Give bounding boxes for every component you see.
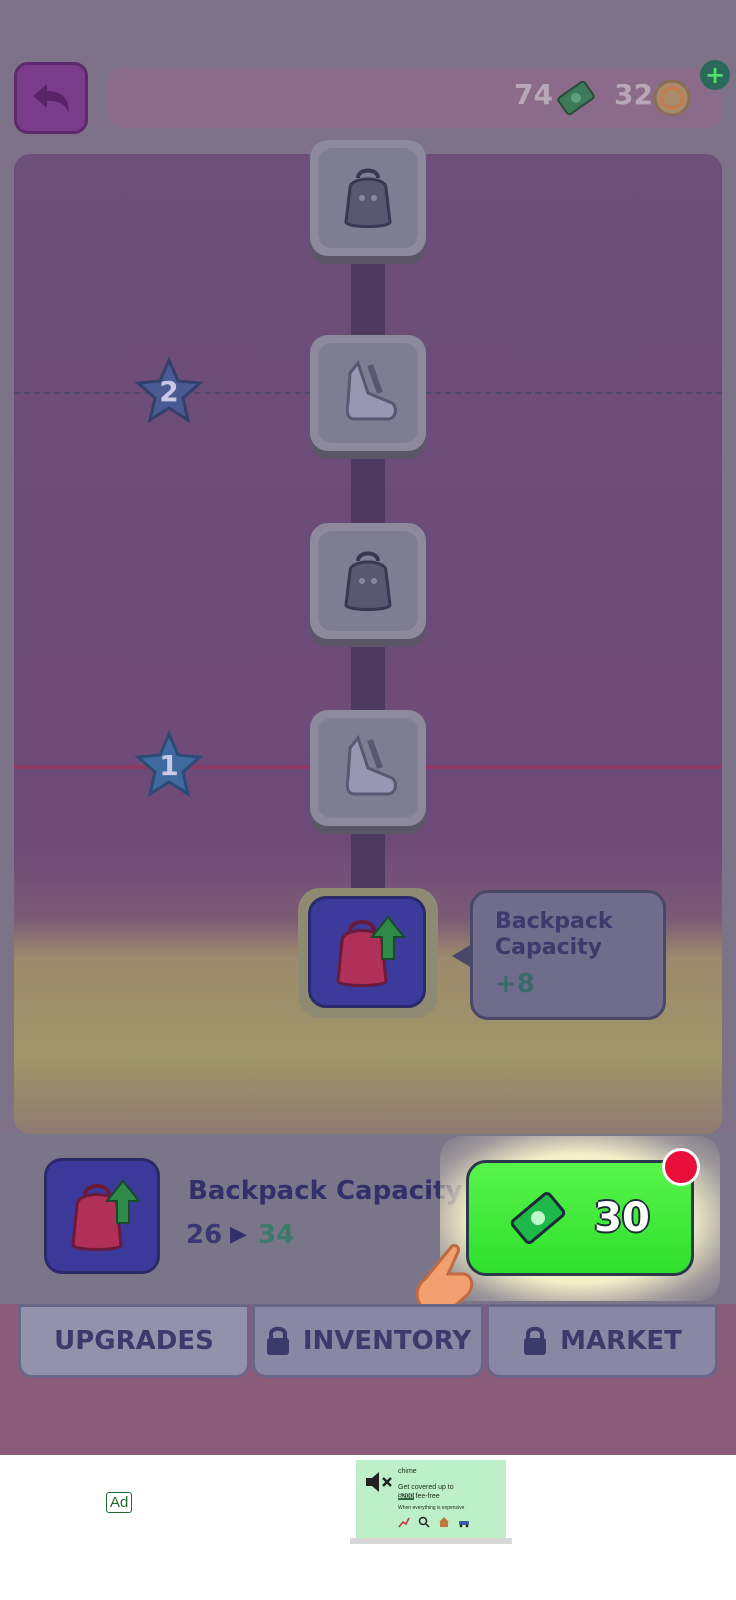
backpack-upgrade-icon	[71, 1179, 142, 1251]
level-current: 26	[186, 1220, 223, 1250]
lock-icon	[524, 1326, 547, 1355]
upgrade-node-backpack-2[interactable]	[310, 523, 426, 639]
buy-price: 30	[594, 1195, 650, 1241]
ad-subline: When everything is expensive	[398, 1505, 465, 1511]
chart-icon	[398, 1517, 410, 1528]
house-icon	[439, 1517, 449, 1527]
upgrade-node-boot[interactable]	[310, 335, 426, 451]
tab-label: INVENTORY	[302, 1326, 472, 1356]
cash-icon	[556, 80, 596, 120]
level-arrow-icon: ▶	[230, 1222, 247, 1247]
upgrade-tooltip: Backpack Capacity +8	[470, 890, 666, 1020]
search-icon	[418, 1516, 430, 1528]
buy-upgrade-button[interactable]: 30	[466, 1160, 694, 1276]
cash-icon	[510, 1192, 566, 1244]
level-star-1: 1	[134, 730, 204, 800]
level-next: 34	[258, 1220, 295, 1250]
back-arrow-icon	[33, 84, 69, 112]
tooltip-title: Backpack Capacity	[495, 909, 613, 960]
tab-label: MARKET	[560, 1326, 682, 1356]
star-label: 2	[159, 374, 179, 408]
tab-market[interactable]: MARKET	[486, 1304, 718, 1378]
boot-icon	[345, 734, 397, 796]
tab-inventory[interactable]: INVENTORY	[252, 1304, 484, 1378]
boot-icon	[345, 359, 397, 421]
ad-badge: Ad	[106, 1492, 133, 1513]
upgrade-node-boot-2[interactable]	[310, 710, 426, 826]
star-label: 1	[159, 748, 179, 782]
backpack-upgrade-icon	[336, 915, 407, 987]
plus-icon: +	[704, 61, 726, 89]
upgrade-node-backpack[interactable]	[310, 140, 426, 256]
ad-banner[interactable]: chime Get covered up to $200 fee-free Wh…	[356, 1460, 506, 1538]
cash-count: 74	[514, 78, 553, 111]
ad-icons	[398, 1516, 470, 1528]
add-currency-button[interactable]: +	[700, 60, 730, 90]
ad-brand: chime	[398, 1468, 417, 1475]
ad-feefree: fee-free	[413, 1493, 440, 1500]
tab-label: UPGRADES	[54, 1326, 214, 1356]
tooltip-value: +8	[495, 969, 535, 999]
ad-progress-bar	[350, 1538, 512, 1544]
back-button[interactable]	[14, 62, 88, 134]
tab-upgrades[interactable]: UPGRADES	[18, 1304, 250, 1378]
lock-icon	[266, 1326, 289, 1355]
ad-headline-1: Get covered up to	[398, 1484, 454, 1491]
backpack-icon	[344, 551, 392, 611]
ad-amount: $200	[398, 1493, 414, 1500]
coin-icon	[652, 78, 692, 122]
backpack-icon	[344, 168, 392, 228]
ad-headline-2: $200 fee-free	[398, 1493, 440, 1500]
upgrade-title: Backpack Capacity	[188, 1176, 463, 1206]
notification-dot	[662, 1148, 700, 1186]
level-star-2: 2	[134, 356, 204, 426]
coin-count: 32	[614, 78, 653, 111]
mute-icon[interactable]	[364, 1470, 394, 1498]
tooltip-pointer	[452, 944, 472, 968]
active-upgrade-node[interactable]	[308, 896, 426, 1008]
car-icon	[459, 1521, 469, 1528]
upgrade-item-icon-frame	[44, 1158, 160, 1274]
